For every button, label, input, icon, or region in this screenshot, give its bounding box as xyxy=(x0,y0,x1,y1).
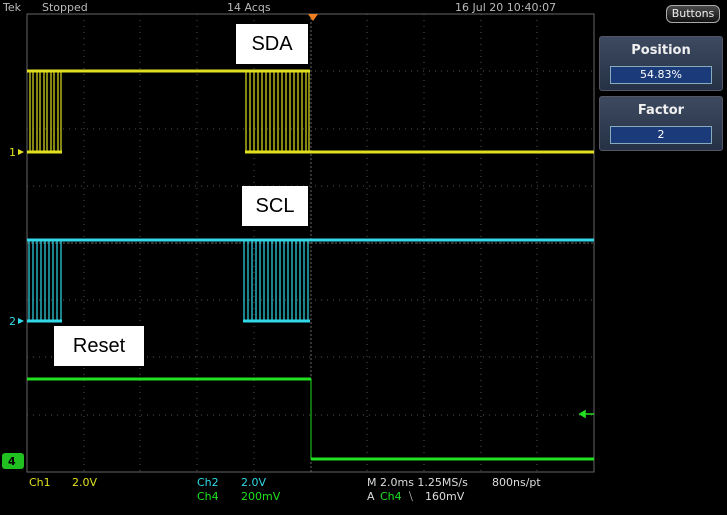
ch1-marker: 1 xyxy=(9,146,16,159)
ch1-ground-marker xyxy=(18,149,24,155)
trigger-level-arrow xyxy=(578,409,594,419)
resolution-readout: 800ns/pt xyxy=(492,476,541,489)
reset-label: Reset xyxy=(54,326,144,366)
scl-label: SCL xyxy=(242,186,308,226)
trigger-channel[interactable]: Ch4 xyxy=(380,490,402,503)
trigger-position-marker xyxy=(308,14,318,21)
scl-trace xyxy=(27,238,594,323)
ch4-marker: 4 xyxy=(8,455,16,468)
sda-label: SDA xyxy=(236,24,308,64)
ch4-scale[interactable]: 200mV xyxy=(241,490,280,503)
trigger-level[interactable]: 160mV xyxy=(425,490,464,503)
ch2-marker: 2 xyxy=(9,315,16,328)
ch2-ground-marker xyxy=(18,318,24,324)
ch2-name: Ch2 xyxy=(197,476,219,489)
reset-trace xyxy=(27,377,594,461)
sda-burst-2 xyxy=(245,71,310,152)
scl-burst-1 xyxy=(28,240,62,321)
ch1-scale[interactable]: 2.0V xyxy=(72,476,97,489)
trigger-prefix: A xyxy=(367,490,375,503)
sda-burst-1 xyxy=(29,71,62,152)
ch1-name: Ch1 xyxy=(29,476,51,489)
trigger-slope-icon: ⧹ xyxy=(409,490,413,503)
ch4-name: Ch4 xyxy=(197,490,219,503)
scope-display xyxy=(2,13,595,473)
timebase-readout[interactable]: M 2.0ms 1.25MS/s xyxy=(367,476,468,489)
ch2-scale[interactable]: 2.0V xyxy=(241,476,266,489)
